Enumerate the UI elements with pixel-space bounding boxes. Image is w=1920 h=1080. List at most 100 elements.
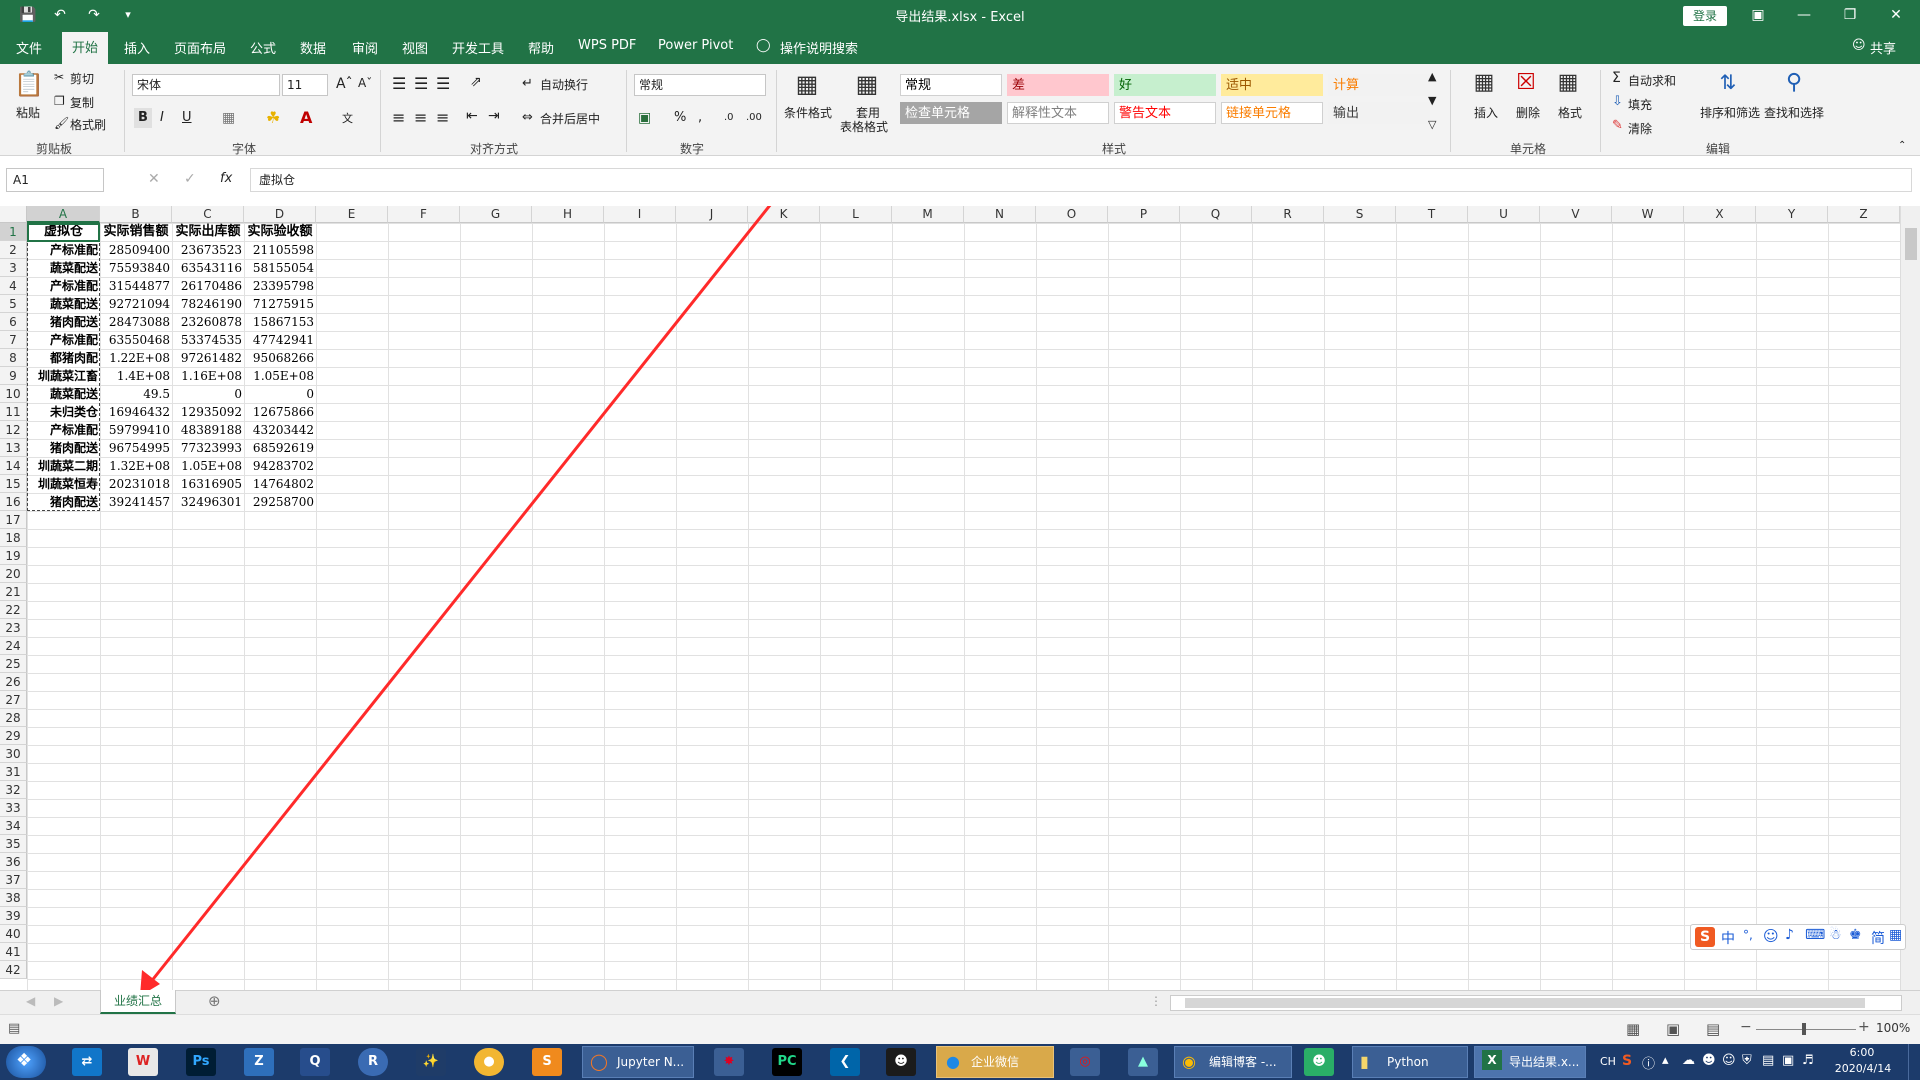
teamviewer-icon[interactable]: ⇄ (72, 1048, 102, 1076)
name-box[interactable]: A1 (6, 168, 104, 192)
conditional-format-icon[interactable]: ▦ (792, 70, 822, 100)
align-top-icon[interactable]: ☰ (392, 74, 406, 93)
gallery-more-icon[interactable]: ▽ (1428, 118, 1436, 131)
security-tray-icon[interactable]: ⛨ (1742, 1053, 1752, 1068)
insert-cells-icon[interactable]: ▦ (1470, 70, 1498, 100)
spider-app-icon[interactable]: ✸ (714, 1048, 744, 1076)
sort-filter-button[interactable]: 排序和筛选 (1700, 104, 1760, 121)
tab-file[interactable]: 文件 (16, 38, 42, 57)
keyboard-icon[interactable]: ⌨ (1805, 927, 1825, 943)
zoom-slider-track[interactable] (1756, 1029, 1856, 1030)
wps-icon[interactable]: W (128, 1048, 158, 1076)
autosum-icon[interactable]: Σ (1612, 70, 1621, 86)
folder-app-icon[interactable]: ● (474, 1048, 504, 1076)
input-language-indicator[interactable]: CH (1600, 1055, 1616, 1068)
borders-icon[interactable]: ▦ (222, 110, 235, 126)
netease-music-icon[interactable]: ◎ (1070, 1048, 1100, 1076)
font-size-select[interactable]: 11 (282, 74, 328, 96)
start-button[interactable]: ❖ (6, 1046, 46, 1078)
align-center-icon[interactable]: ≡ (414, 108, 427, 127)
taskbar-python-folder[interactable]: Python (1352, 1046, 1468, 1078)
fill-button[interactable]: 填充 (1628, 96, 1652, 113)
maximize-button[interactable]: ❐ (1830, 4, 1870, 26)
enter-icon[interactable]: ✓ (184, 171, 196, 187)
align-middle-icon[interactable]: ☰ (414, 74, 428, 93)
r-language-icon[interactable]: R (358, 1048, 388, 1076)
add-sheet-icon[interactable]: ⊕ (208, 992, 221, 1010)
tab-help[interactable]: 帮助 (528, 38, 554, 57)
zoom-slider-thumb[interactable] (1802, 1023, 1806, 1035)
punctuation-icon[interactable]: °, (1743, 928, 1753, 942)
merge-center-icon[interactable]: ⇔ (522, 110, 533, 125)
wrap-text-icon[interactable]: ↵ (522, 76, 533, 91)
conditional-format-button[interactable]: 条件格式 (784, 104, 832, 121)
user-icon[interactable]: ☃ (1829, 927, 1842, 943)
formula-input[interactable]: 虚拟仓 (250, 168, 1912, 192)
cell-style-2[interactable]: 好 (1114, 74, 1216, 96)
fill-icon[interactable]: ⇩ (1612, 94, 1623, 109)
align-right-icon[interactable]: ≡ (436, 108, 449, 127)
currency-icon[interactable]: ▣ (638, 110, 651, 126)
cell-style-5[interactable]: 检查单元格 (900, 102, 1002, 124)
minimize-button[interactable]: — (1784, 4, 1824, 26)
help-tray-icon[interactable]: ⓘ (1642, 1053, 1655, 1072)
zoom-out-icon[interactable]: − (1740, 1019, 1752, 1035)
phonetic-icon[interactable]: 文 (342, 110, 353, 126)
tab-data[interactable]: 数据 (300, 38, 326, 57)
qq-icon[interactable]: ☻ (886, 1048, 916, 1076)
cell-style-9[interactable]: 输出 (1328, 102, 1430, 124)
align-left-icon[interactable]: ≡ (392, 108, 405, 127)
zoom-in-icon[interactable]: + (1858, 1019, 1870, 1035)
wechat-tray-icon[interactable]: ☻ (1702, 1053, 1716, 1068)
percent-button[interactable]: % (674, 110, 686, 125)
decrease-font-icon[interactable]: Aˇ (358, 76, 372, 90)
vscode-icon[interactable]: ❮ (830, 1048, 860, 1076)
orientation-icon[interactable]: ⇗ (470, 74, 482, 90)
format-cells-icon[interactable]: ▦ (1554, 70, 1582, 100)
wrap-text-button[interactable]: 自动换行 (540, 76, 588, 93)
prev-sheet-icon[interactable]: ◀ (26, 994, 35, 1008)
tab-developer[interactable]: 开发工具 (452, 38, 504, 57)
drive-app-icon[interactable]: ▲ (1128, 1048, 1158, 1076)
power-tray-icon[interactable]: ▣ (1782, 1053, 1794, 1068)
cut-button[interactable]: 剪切 (70, 70, 94, 87)
format-cells-button[interactable]: 格式 (1558, 104, 1582, 121)
gallery-up-icon[interactable]: ▲ (1428, 70, 1436, 83)
delete-cells-button[interactable]: 删除 (1516, 104, 1540, 121)
number-format-select[interactable]: 常规 (634, 74, 766, 96)
format-painter-button[interactable]: 格式刷 (70, 116, 106, 133)
cell-style-0[interactable]: 常规 (900, 74, 1002, 96)
tray-overflow-icon[interactable]: ▴ (1662, 1053, 1669, 1068)
wechat-icon[interactable]: ☻ (1304, 1048, 1334, 1076)
zoom-it-icon[interactable]: Z (244, 1048, 274, 1076)
worksheet-grid[interactable]: ABCDEFGHIJKLMNOPQRSTUVWXYZ 1 2 3 4 5 6 7 8 9 10 11… (0, 206, 1920, 990)
table-format-line2[interactable]: 表格格式 (840, 118, 888, 135)
horizontal-scrollbar[interactable] (1170, 995, 1902, 1011)
emoji-icon[interactable]: ☺ (1763, 927, 1779, 945)
cell-style-6[interactable]: 解释性文本 (1007, 102, 1109, 124)
collapse-ribbon-icon[interactable]: ⌃ (1898, 140, 1906, 151)
cut-icon[interactable]: ✂ (54, 70, 64, 84)
increase-indent-icon[interactable]: ⇥ (488, 108, 500, 124)
gallery-down-icon[interactable]: ▼ (1428, 94, 1436, 107)
skin-icon[interactable]: ♚ (1849, 927, 1862, 943)
clear-button[interactable]: 清除 (1628, 120, 1652, 137)
network-tray-icon[interactable]: ▤ (1762, 1053, 1774, 1068)
next-sheet-icon[interactable]: ▶ (54, 994, 63, 1008)
simplified-chinese-toggle[interactable]: 简 (1871, 928, 1885, 948)
tab-view[interactable]: 视图 (402, 38, 428, 57)
decrease-indent-icon[interactable]: ⇤ (466, 108, 478, 124)
bold-button[interactable]: B (134, 108, 152, 128)
sheet-tab-active[interactable]: 业绩汇总 (100, 990, 176, 1014)
table-format-icon[interactable]: ▦ (852, 70, 882, 100)
cancel-icon[interactable]: ✕ (148, 171, 160, 187)
qq-tray-icon[interactable]: ☺ (1722, 1053, 1736, 1068)
tab-formulas[interactable]: 公式 (250, 38, 276, 57)
tab-review[interactable]: 审阅 (352, 38, 378, 57)
tab-power-pivot[interactable]: Power Pivot (658, 38, 733, 53)
copy-icon[interactable]: ❐ (54, 94, 65, 108)
ime-mode[interactable]: 中 (1721, 928, 1735, 948)
tab-home[interactable]: 开始 (62, 32, 108, 64)
merge-center-button[interactable]: 合并后居中 (540, 110, 600, 127)
paste-icon[interactable]: 📋 (14, 70, 44, 100)
